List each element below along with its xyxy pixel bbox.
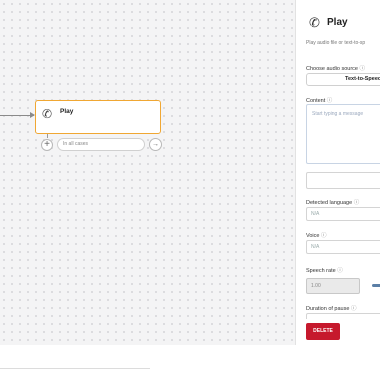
info-icon: ⓘ — [350, 306, 357, 312]
add-step-button[interactable]: + — [41, 139, 53, 151]
detected-language-field: N/A — [306, 207, 380, 221]
detected-language-label: Detected language ⓘ — [306, 200, 360, 206]
info-icon: ⓘ — [321, 233, 327, 239]
audio-source-select[interactable]: Text-to-Speec — [306, 73, 380, 86]
node-connector-stem — [47, 134, 48, 138]
duration-of-pause-label: Duration of pause ⓘ — [306, 306, 357, 312]
bottom-divider — [0, 368, 150, 369]
audio-source-label: Choose audio source ⓘ — [306, 66, 366, 72]
content-label: Content ⓘ — [306, 98, 333, 104]
voice-label: Voice ⓘ — [306, 233, 327, 239]
incoming-connector — [0, 115, 34, 116]
case-next-arrow-icon[interactable]: → — [149, 138, 162, 151]
phone-sound-icon: ✆ — [309, 15, 320, 30]
panel-subtitle: Play audio file or text-to-sp — [306, 40, 366, 46]
properties-panel: ✆ Play Play audio file or text-to-sp Cho… — [295, 0, 380, 345]
delete-button[interactable]: DELETE — [306, 323, 340, 340]
info-icon: ⓘ — [353, 200, 360, 206]
speech-rate-input[interactable]: 1.00 — [306, 278, 360, 294]
voice-select[interactable]: N/A — [306, 240, 380, 254]
content-textarea[interactable]: Start typing a message — [306, 104, 380, 164]
phone-sound-icon: ✆ — [42, 107, 53, 121]
info-icon: ⓘ — [359, 66, 366, 72]
node-title: Play — [60, 108, 74, 115]
case-condition-pill[interactable]: In all cases — [57, 138, 145, 151]
duration-of-pause-input[interactable] — [306, 313, 380, 319]
flow-canvas[interactable]: ✆ Play + In all cases → — [0, 0, 295, 345]
speech-rate-label: Speech rate ⓘ — [306, 268, 343, 274]
play-node[interactable]: ✆ Play — [35, 100, 161, 134]
speech-rate-slider[interactable] — [372, 284, 380, 287]
panel-title: Play — [327, 17, 348, 28]
info-icon: ⓘ — [337, 268, 343, 274]
content-extra-field[interactable] — [306, 172, 380, 189]
